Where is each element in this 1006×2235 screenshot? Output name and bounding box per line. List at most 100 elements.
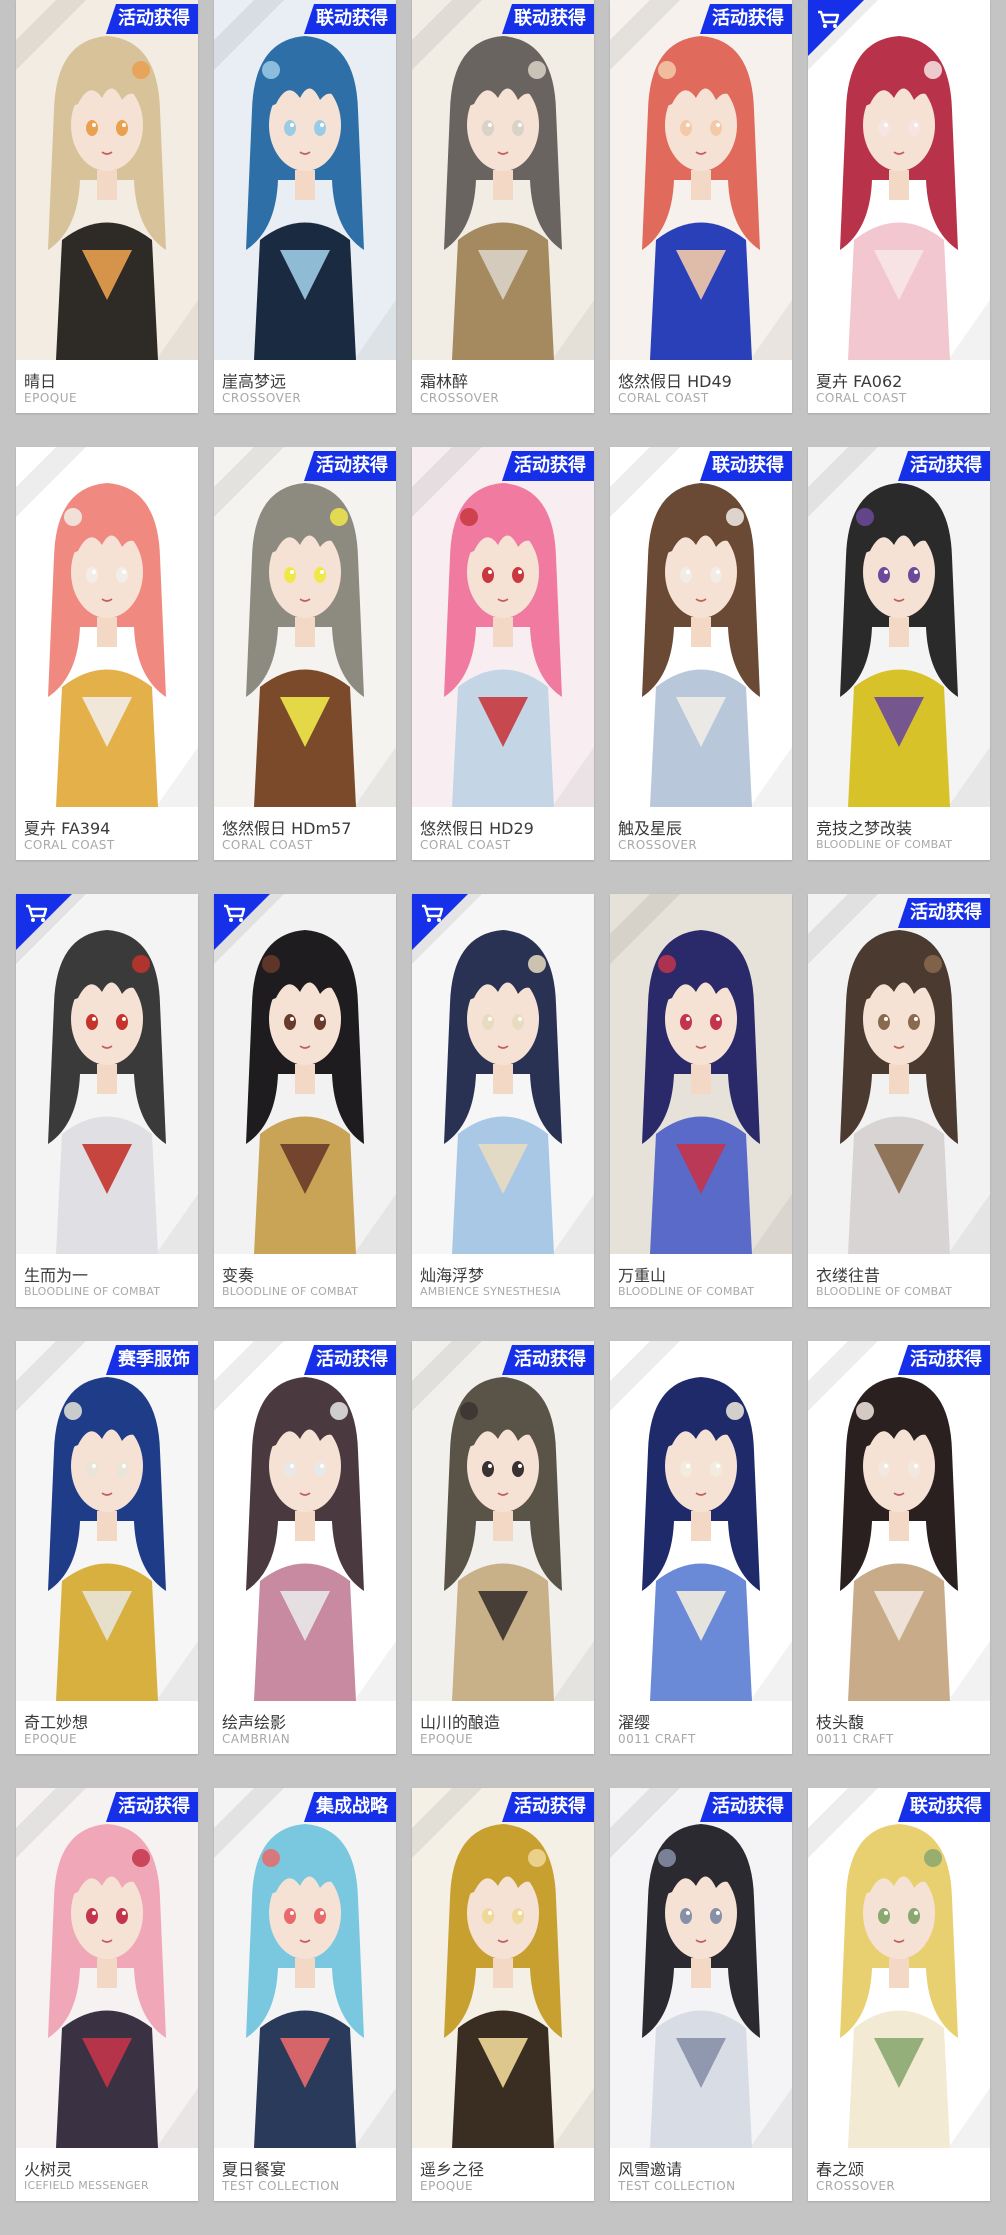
skin-card[interactable]: 活动获得 悠然假日 HDm57 CORAL COAST: [214, 447, 396, 860]
skin-name: 霜林醉: [420, 372, 469, 391]
skin-card[interactable]: 集成战略 夏日餐宴 TEST COLLECTION: [214, 1788, 396, 2201]
skin-artwork: [610, 1341, 792, 1701]
skin-info: 竞技之梦改装 BLOODLINE OF COMBAT: [808, 807, 990, 860]
skin-name: 悠然假日 HD29: [420, 819, 534, 838]
skin-card[interactable]: 活动获得 绘声绘影 CAMBRIAN: [214, 1341, 396, 1754]
skin-name: 万重山: [618, 1266, 667, 1285]
skin-name: 奇工妙想: [24, 1713, 89, 1732]
skin-artwork: [16, 1341, 198, 1701]
skin-artwork: [610, 894, 792, 1254]
skin-brand: BLOODLINE OF COMBAT: [816, 838, 953, 851]
skin-info: 霜林醉 CROSSOVER: [412, 360, 594, 413]
skin-artwork: [412, 1341, 594, 1701]
skin-artwork: [214, 1788, 396, 2148]
skin-card[interactable]: 夏卉 FA394 CORAL COAST: [16, 447, 198, 860]
skin-name: 悠然假日 HDm57: [222, 819, 352, 838]
skin-name: 夏日餐宴: [222, 2160, 287, 2179]
skin-card[interactable]: 赛季服饰 奇工妙想 EPOQUE: [16, 1341, 198, 1754]
skin-brand: EPOQUE: [420, 2179, 474, 2193]
skin-info: 灿海浮梦 AMBIENCE SYNESTHESIA: [412, 1254, 594, 1307]
skin-card[interactable]: 灿海浮梦 AMBIENCE SYNESTHESIA: [412, 894, 594, 1307]
skin-brand: CROSSOVER: [618, 838, 698, 852]
skin-name: 衣缕往昔: [816, 1266, 881, 1285]
skin-card[interactable]: 活动获得竞技之梦改装 BLOODLINE OF COMBAT: [808, 447, 990, 860]
skin-name: 触及星辰: [618, 819, 683, 838]
skin-name: 风雪邀请: [618, 2160, 683, 2179]
skin-name: 濯缨: [618, 1713, 651, 1732]
skin-card[interactable]: 活动获得遥乡之径 EPOQUE: [412, 1788, 594, 2201]
skin-card[interactable]: 活动获得 衣缕往昔 BLOODLINE OF COMBAT: [808, 894, 990, 1307]
skin-card[interactable]: 联动获得崖高梦远 CROSSOVER: [214, 0, 396, 413]
skin-brand: CORAL COAST: [816, 391, 907, 405]
skin-brand: CROSSOVER: [222, 391, 302, 405]
skin-info: 枝头馥 0011 CRAFT: [808, 1701, 990, 1754]
skin-card[interactable]: 万重山 BLOODLINE OF COMBAT: [610, 894, 792, 1307]
skin-info: 变奏 BLOODLINE OF COMBAT: [214, 1254, 396, 1307]
skin-name: 春之颂: [816, 2160, 865, 2179]
obtain-source-badge: 联动获得: [304, 4, 396, 34]
skin-name: 灿海浮梦: [420, 1266, 485, 1285]
obtain-source-badge: 联动获得: [700, 451, 792, 481]
skin-artwork: [412, 0, 594, 360]
skin-info: 衣缕往昔 BLOODLINE OF COMBAT: [808, 1254, 990, 1307]
skin-artwork: [808, 1341, 990, 1701]
skin-brand: BLOODLINE OF COMBAT: [816, 1285, 953, 1298]
skin-card[interactable]: 夏卉 FA062 CORAL COAST: [808, 0, 990, 413]
skin-name: 晴日: [24, 372, 57, 391]
skin-brand: 0011 CRAFT: [618, 1732, 696, 1746]
skin-artwork: [808, 447, 990, 807]
skin-brand: AMBIENCE SYNESTHESIA: [420, 1285, 561, 1298]
skin-card[interactable]: 联动获得春之颂 CROSSOVER: [808, 1788, 990, 2201]
skin-brand: CORAL COAST: [420, 838, 511, 852]
obtain-source-badge: 活动获得: [502, 1792, 594, 1822]
skin-card[interactable]: 活动获得 悠然假日 HD29 CORAL COAST: [412, 447, 594, 860]
skin-brand: 0011 CRAFT: [816, 1732, 894, 1746]
skin-info: 触及星辰 CROSSOVER: [610, 807, 792, 860]
skin-card[interactable]: 变奏 BLOODLINE OF COMBAT: [214, 894, 396, 1307]
skin-card[interactable]: 生而为一 BLOODLINE OF COMBAT: [16, 894, 198, 1307]
skin-card[interactable]: 濯缨 0011 CRAFT: [610, 1341, 792, 1754]
skin-card[interactable]: 活动获得 枝头馥 0011 CRAFT: [808, 1341, 990, 1754]
store-bag-icon: [808, 0, 864, 56]
skin-brand: CAMBRIAN: [222, 1732, 291, 1746]
skin-info: 崖高梦远 CROSSOVER: [214, 360, 396, 413]
skin-name: 遥乡之径: [420, 2160, 485, 2179]
skin-info: 晴日 EPOQUE: [16, 360, 198, 413]
obtain-source-badge: 活动获得: [106, 1792, 198, 1822]
skin-info: 春之颂 CROSSOVER: [808, 2148, 990, 2201]
skin-artwork: [214, 447, 396, 807]
obtain-source-badge: 联动获得: [898, 1792, 990, 1822]
obtain-source-badge: 集成战略: [304, 1792, 396, 1822]
skin-info: 悠然假日 HD29 CORAL COAST: [412, 807, 594, 860]
skin-grid: 活动获得 晴日 EPOQUE 联动获得 崖高梦远 CROSSOVER 联动获得 霜林醉 CROS…: [0, 0, 1006, 2201]
skin-name: 悠然假日 HD49: [618, 372, 732, 391]
skin-artwork: [16, 447, 198, 807]
obtain-source-badge: 活动获得: [898, 451, 990, 481]
obtain-source-badge: 活动获得: [106, 4, 198, 34]
skin-artwork: [16, 1788, 198, 2148]
skin-info: 夏卉 FA062 CORAL COAST: [808, 360, 990, 413]
skin-artwork: [610, 447, 792, 807]
skin-card[interactable]: 联动获得触及星辰 CROSSOVER: [610, 447, 792, 860]
skin-brand: CORAL COAST: [24, 838, 115, 852]
skin-info: 山川的酿造 EPOQUE: [412, 1701, 594, 1754]
skin-brand: BLOODLINE OF COMBAT: [222, 1285, 359, 1298]
skin-card[interactable]: 活动获得 悠然假日 HD49 CORAL COAST: [610, 0, 792, 413]
skin-name: 竞技之梦改装: [816, 819, 913, 838]
skin-name: 绘声绘影: [222, 1713, 287, 1732]
skin-info: 悠然假日 HDm57 CORAL COAST: [214, 807, 396, 860]
skin-brand: EPOQUE: [420, 1732, 474, 1746]
skin-card[interactable]: 活动获得 火树灵 ICEFIELD MESSENGER: [16, 1788, 198, 2201]
skin-artwork: [16, 0, 198, 360]
skin-card[interactable]: 活动获得 风雪邀请 TEST COLLECTION: [610, 1788, 792, 2201]
store-bag-icon: [412, 894, 468, 950]
skin-card[interactable]: 联动获得 霜林醉 CROSSOVER: [412, 0, 594, 413]
skin-card[interactable]: 活动获得晴日 EPOQUE: [16, 0, 198, 413]
skin-artwork: [610, 1788, 792, 2148]
store-bag-icon: [16, 894, 72, 950]
skin-brand: ICEFIELD MESSENGER: [24, 2179, 149, 2192]
skin-card[interactable]: 活动获得 山川的酿造 EPOQUE: [412, 1341, 594, 1754]
obtain-source-badge: 赛季服饰: [106, 1345, 198, 1375]
skin-info: 悠然假日 HD49 CORAL COAST: [610, 360, 792, 413]
skin-name: 枝头馥: [816, 1713, 865, 1732]
